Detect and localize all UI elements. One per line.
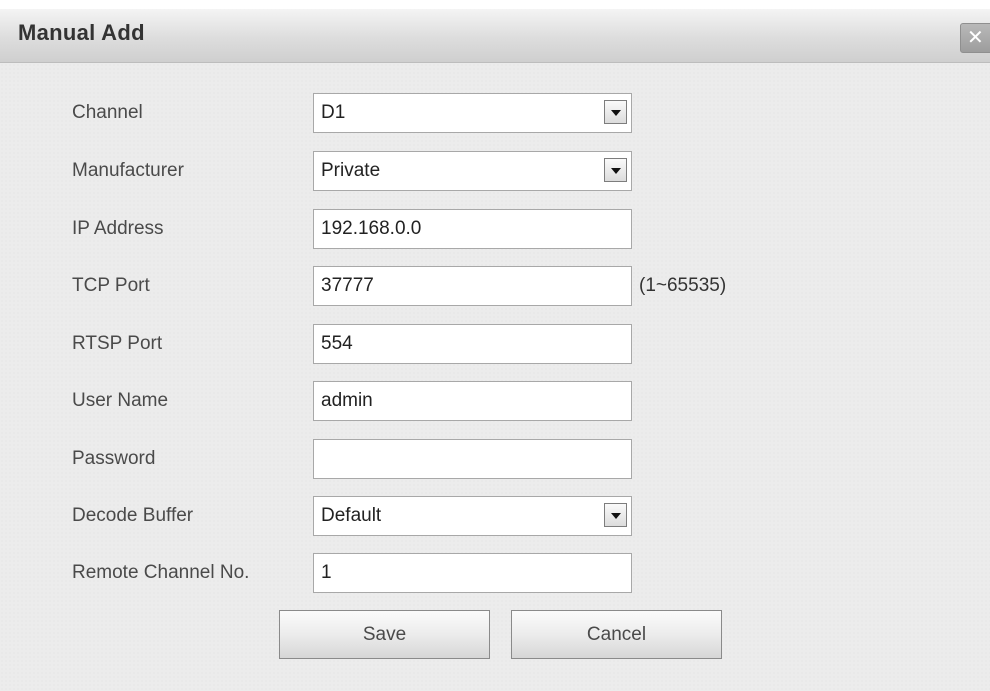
tcp-port-input[interactable]: 37777 (313, 266, 632, 306)
manufacturer-select[interactable]: Private (313, 151, 632, 191)
remote-channel-row: Remote Channel No. 1 (0, 553, 990, 593)
remote-channel-input[interactable]: 1 (313, 553, 632, 593)
form-area: Channel D1 Manufacturer Private IP Addre… (0, 63, 990, 691)
rtsp-port-label: RTSP Port (72, 333, 163, 354)
password-row: Password (0, 439, 990, 479)
chevron-down-icon (611, 110, 621, 116)
channel-dropdown-button[interactable] (604, 100, 627, 124)
decode-buffer-row: Decode Buffer Default (0, 496, 990, 536)
manufacturer-label: Manufacturer (72, 160, 184, 181)
dialog-titlebar: Manual Add ✕ (0, 9, 990, 63)
remote-channel-label: Remote Channel No. (72, 562, 250, 583)
decode-buffer-label: Decode Buffer (72, 505, 194, 526)
manual-add-dialog: Manual Add ✕ Channel D1 Manufacturer Pri… (0, 0, 990, 691)
password-input[interactable] (313, 439, 632, 479)
tcp-port-range-hint: (1~65535) (639, 275, 727, 296)
channel-select[interactable]: D1 (313, 93, 632, 133)
decode-buffer-select[interactable]: Default (313, 496, 632, 536)
decode-buffer-dropdown-button[interactable] (604, 503, 627, 527)
chevron-down-icon (611, 168, 621, 174)
tcp-port-row: TCP Port 37777 (1~65535) (0, 266, 990, 306)
cancel-button[interactable]: Cancel (511, 610, 722, 659)
close-icon[interactable]: ✕ (960, 23, 990, 53)
rtsp-port-row: RTSP Port 554 (0, 324, 990, 364)
ip-address-row: IP Address 192.168.0.0 (0, 209, 990, 249)
rtsp-port-input[interactable]: 554 (313, 324, 632, 364)
ip-address-input[interactable]: 192.168.0.0 (313, 209, 632, 249)
manufacturer-dropdown-button[interactable] (604, 158, 627, 182)
password-label: Password (72, 448, 156, 469)
user-name-label: User Name (72, 390, 169, 411)
save-button[interactable]: Save (279, 610, 490, 659)
channel-label: Channel (72, 102, 143, 123)
manufacturer-row: Manufacturer Private (0, 151, 990, 191)
channel-value: D1 (321, 102, 346, 123)
decode-buffer-value: Default (321, 505, 382, 526)
user-name-row: User Name admin (0, 381, 990, 421)
chevron-down-icon (611, 513, 621, 519)
manufacturer-value: Private (321, 160, 381, 181)
dialog-title: Manual Add (18, 20, 145, 45)
channel-row: Channel D1 (0, 93, 990, 133)
tcp-port-label: TCP Port (72, 275, 150, 296)
ip-address-label: IP Address (72, 218, 164, 239)
user-name-input[interactable]: admin (313, 381, 632, 421)
